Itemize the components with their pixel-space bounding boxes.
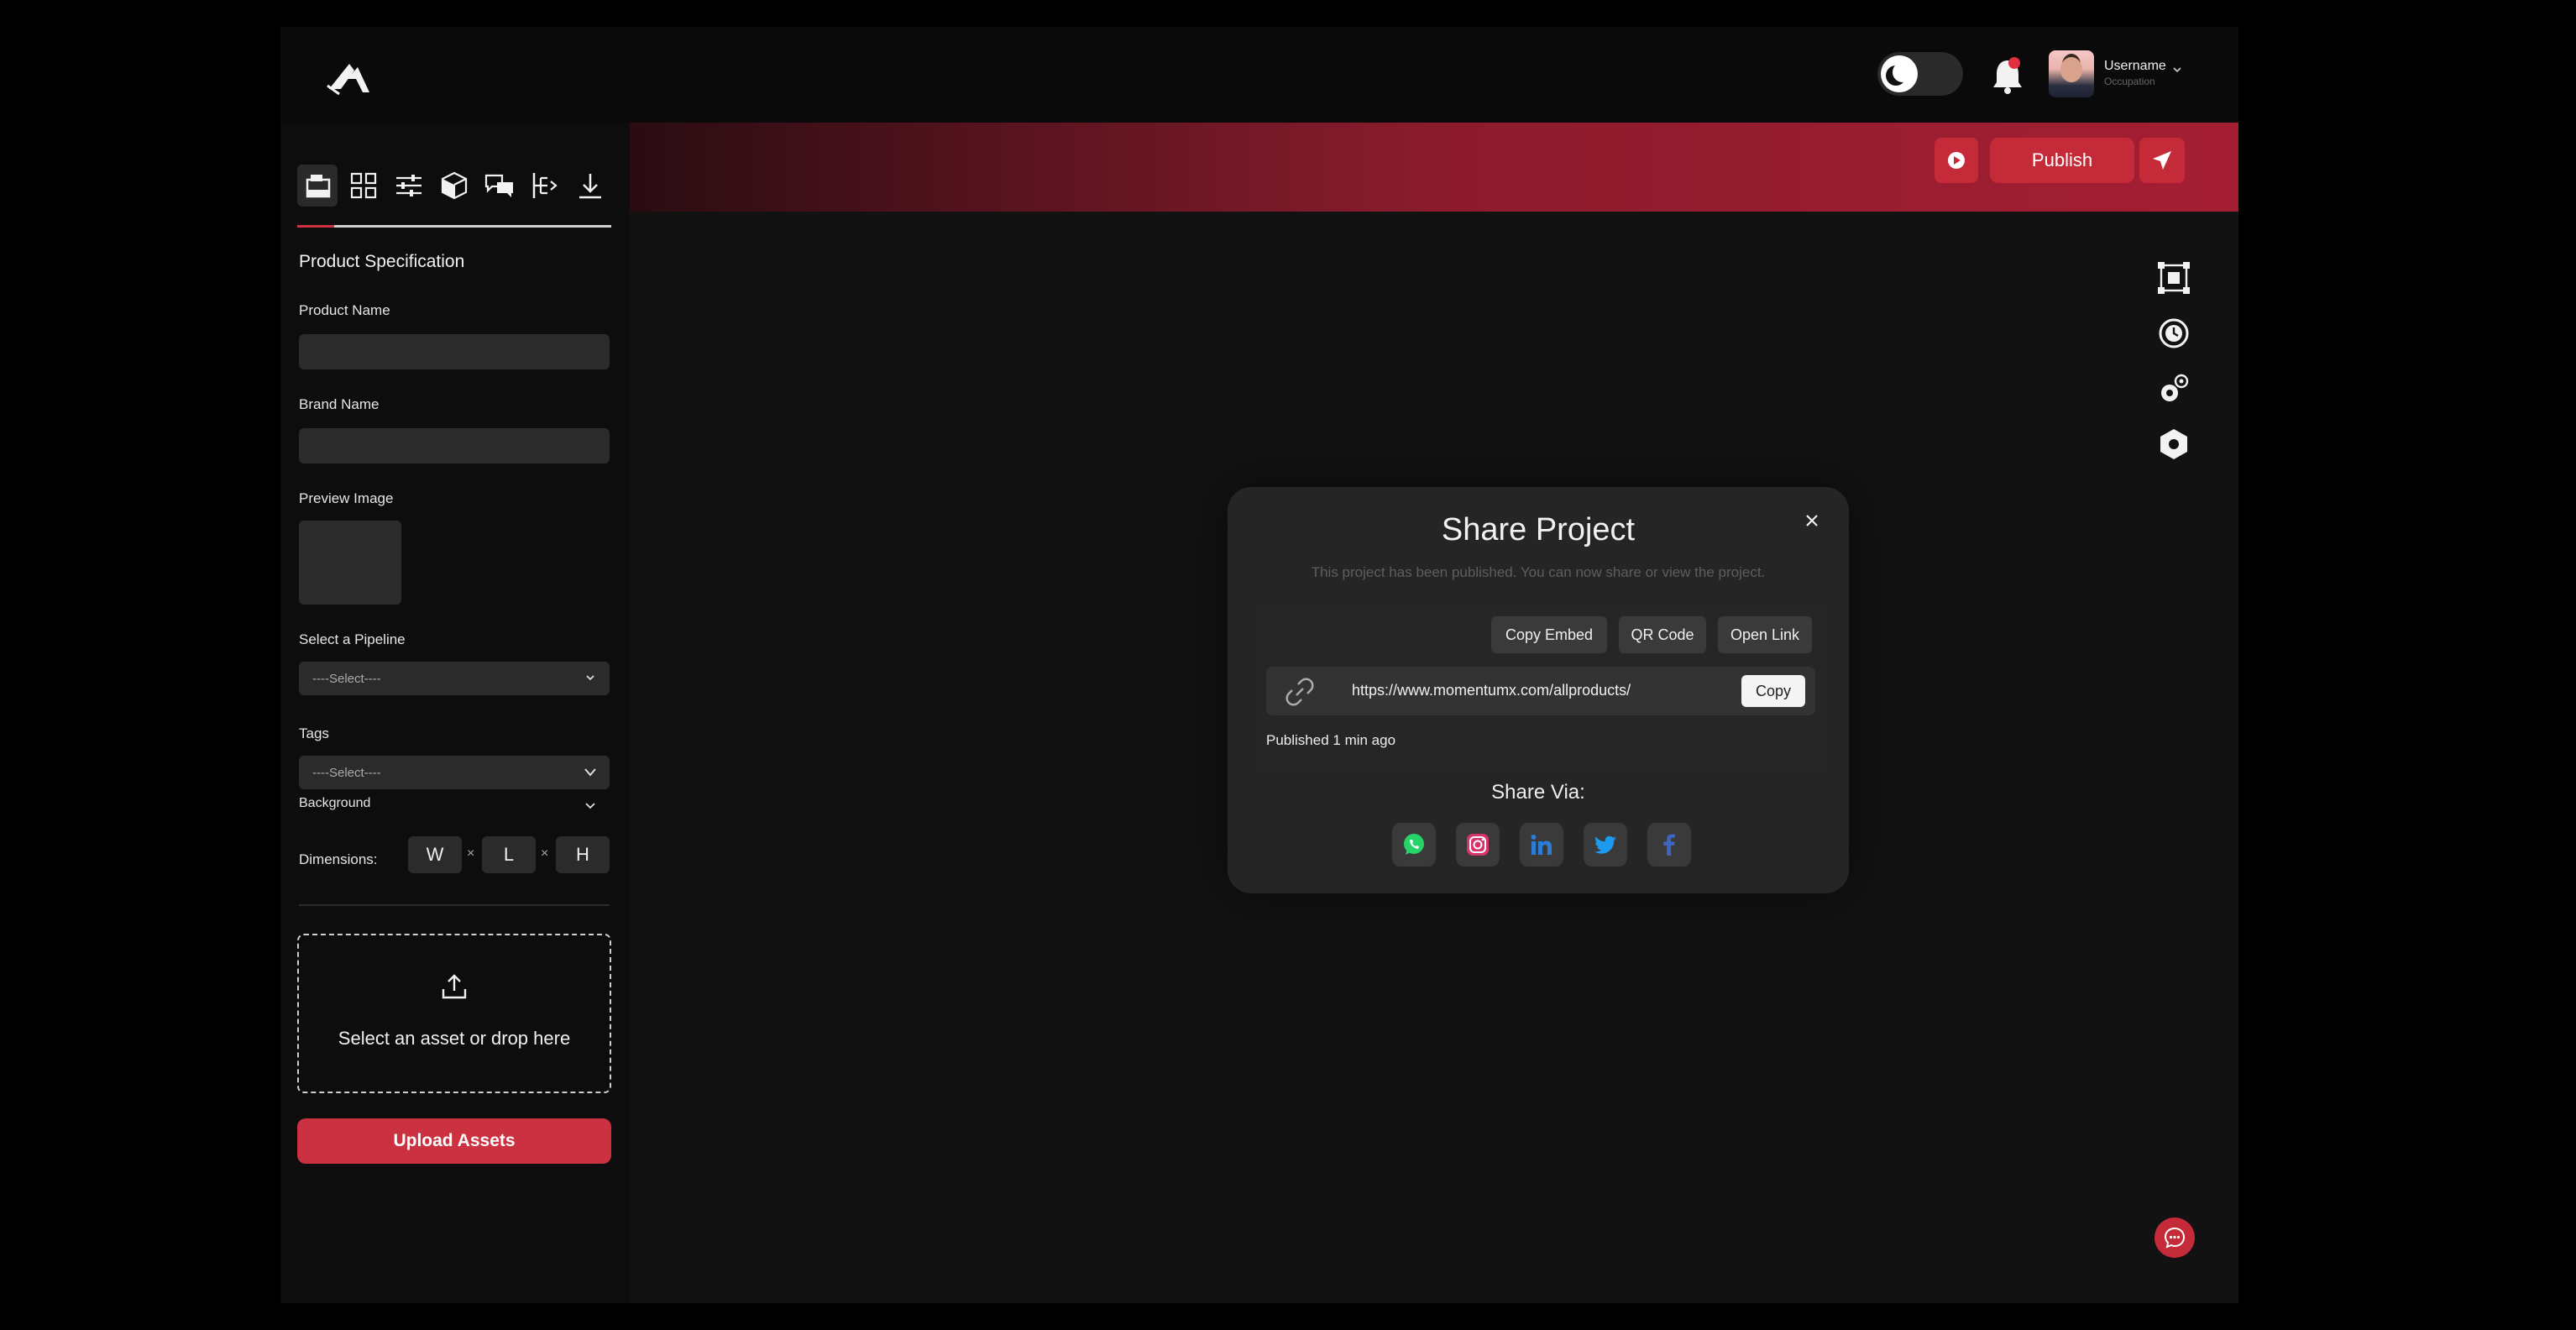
instagram-icon	[1467, 834, 1489, 856]
qr-code-button[interactable]: QR Code	[1619, 616, 1706, 653]
toolbar-divider	[297, 225, 611, 228]
brand-logo-icon[interactable]	[324, 52, 374, 99]
panel-divider	[299, 904, 610, 906]
share-url-text: https://www.momentumx.com/allproducts/	[1352, 682, 1631, 699]
published-status: Published 1 min ago	[1266, 732, 1396, 748]
avatar[interactable]	[2049, 50, 2094, 97]
product-name-input[interactable]	[299, 334, 610, 369]
modal-subtitle: This project has been published. You can…	[1311, 564, 1766, 580]
username: Username	[2104, 59, 2166, 73]
pipeline-icon[interactable]	[529, 170, 561, 202]
whatsapp-icon	[1404, 834, 1424, 855]
pipeline-select[interactable]: ----Select----	[299, 662, 610, 695]
share-instagram-button[interactable]	[1456, 823, 1500, 867]
chat-support-button[interactable]	[2155, 1217, 2195, 1258]
timer-icon[interactable]	[2156, 316, 2191, 351]
chat-icon[interactable]	[484, 170, 516, 202]
product-name-label: Product Name	[299, 302, 390, 318]
share-linkedin-button[interactable]	[1520, 823, 1563, 867]
copy-url-button[interactable]: Copy	[1741, 675, 1805, 707]
link-icon	[1285, 678, 1314, 706]
pipeline-label: Select a Pipeline	[299, 631, 406, 647]
chevron-down-icon[interactable]	[2171, 64, 2183, 76]
brand-name-label: Brand Name	[299, 396, 380, 412]
preview-play-button[interactable]	[1935, 138, 1978, 183]
bell-icon[interactable]	[1988, 54, 2027, 96]
upload-icon	[442, 974, 467, 999]
text-frame-icon[interactable]	[2156, 260, 2191, 296]
linkedin-icon	[1531, 835, 1552, 855]
dimension-width-input[interactable]: W	[408, 836, 462, 873]
share-project-modal: Share Project This project has been publ…	[1228, 487, 1849, 893]
tags-select-value: ----Select----	[312, 766, 381, 780]
asset-drop-zone[interactable]: Select an asset or drop here	[297, 934, 611, 1093]
occupation: Occupation	[2104, 76, 2155, 87]
publish-button[interactable]: Publish	[1990, 138, 2134, 183]
theme-toggle[interactable]	[1877, 52, 1963, 96]
grid-icon[interactable]	[348, 170, 380, 202]
preview-image-box[interactable]	[299, 521, 401, 605]
download-icon[interactable]	[574, 170, 606, 202]
play-icon	[1948, 152, 1965, 169]
preview-image-label: Preview Image	[299, 490, 394, 506]
chevron-down-icon	[586, 675, 594, 681]
sliders-icon[interactable]	[393, 170, 425, 202]
active-tab-indicator	[297, 225, 334, 228]
chat-bubble-icon	[2164, 1227, 2186, 1249]
tags-label: Tags	[299, 725, 329, 741]
notification-badge	[2008, 57, 2020, 69]
close-icon[interactable]	[1802, 511, 1822, 531]
scene-icon[interactable]	[302, 170, 334, 202]
cube-icon[interactable]	[438, 170, 470, 202]
dimension-separator: ×	[467, 846, 475, 861]
settings-gears-icon[interactable]	[2156, 371, 2191, 406]
share-via-label: Share Via:	[1491, 781, 1585, 804]
panel-title: Product Specification	[299, 252, 465, 271]
twitter-icon	[1594, 835, 1616, 854]
background-expand-chevron-icon[interactable]	[584, 801, 596, 811]
share-facebook-button[interactable]	[1647, 823, 1691, 867]
hexagon-settings-icon[interactable]	[2156, 427, 2191, 462]
modal-title: Share Project	[1441, 512, 1636, 547]
copy-embed-button[interactable]: Copy Embed	[1491, 616, 1607, 653]
share-twitter-button[interactable]	[1584, 823, 1627, 867]
app-window: Username Occupation Product Specificatio…	[280, 27, 2238, 1303]
pipeline-select-value: ----Select----	[312, 672, 381, 686]
background-label: Background	[299, 796, 371, 810]
dimensions-label: Dimensions:	[299, 851, 378, 867]
send-button[interactable]	[2139, 138, 2185, 183]
facebook-icon	[1663, 834, 1675, 856]
share-whatsapp-button[interactable]	[1392, 823, 1436, 867]
dimension-height-input[interactable]: H	[556, 836, 610, 873]
chevron-down-icon	[584, 768, 596, 777]
brand-name-input[interactable]	[299, 428, 610, 463]
top-bar: Username Occupation	[280, 27, 2238, 123]
drop-zone-text: Select an asset or drop here	[338, 1028, 571, 1049]
moon-icon	[1881, 55, 1918, 92]
open-link-button[interactable]: Open Link	[1718, 616, 1812, 653]
dimension-length-input[interactable]: L	[482, 836, 536, 873]
left-panel: Product Specification Product Name Brand…	[280, 123, 630, 1303]
send-icon	[2153, 151, 2171, 170]
dimension-separator: ×	[541, 846, 549, 861]
tags-select[interactable]: ----Select----	[299, 756, 610, 789]
upload-assets-button[interactable]: Upload Assets	[297, 1118, 611, 1164]
